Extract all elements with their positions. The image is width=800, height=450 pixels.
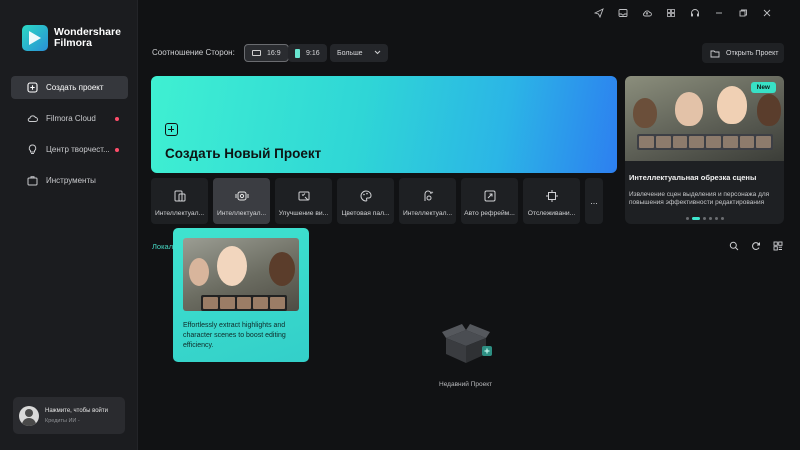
sidebar: Wondershare Filmora Создать проект Filmo… [0,0,138,450]
color-palette-icon [359,189,373,203]
tool-label: Интеллектуал... [154,210,205,217]
ai-credits: Кредиты ИИ - [45,417,80,424]
sidebar-item-label: Создать проект [46,83,104,92]
tool-ai-audio[interactable]: Интеллектуал... [399,178,456,224]
search-icon[interactable] [729,241,739,253]
refresh-icon[interactable] [751,241,761,253]
cloud-icon [27,113,38,124]
tool-auto-reframe[interactable]: Авто рефрейм... [461,178,518,224]
login-prompt: Нажмите, чтобы войти [45,407,108,414]
tool-tracking[interactable]: Отслеживани... [523,178,580,224]
chevron-down-icon [374,50,381,57]
local-actions [729,241,783,253]
promo-pager[interactable] [686,217,724,220]
sidebar-item-label: Инструменты [46,176,96,185]
sidebar-item-filmora-cloud[interactable]: Filmora Cloud [11,107,128,130]
tool-label: Авто рефрейм... [464,210,515,217]
avatar [19,405,39,426]
cloud-upload-icon[interactable] [642,8,652,18]
toolbox-icon [27,175,38,186]
title-bar-controls [594,8,772,18]
tool-video-enhance[interactable]: Улучшение ви... [275,178,332,224]
promo-description: Извлечение сцен выделения и персонажа дл… [629,191,770,206]
brand-line2: Filmora [54,37,92,49]
minimize-icon[interactable] [714,8,724,18]
local-projects-tab[interactable]: Локал [152,242,173,251]
tool-smart-cutout[interactable]: Интеллектуал... [151,178,208,224]
filmora-logo-icon [22,25,48,51]
sidebar-item-label: Центр творчест... [46,145,110,154]
creative-center-icon [27,144,38,155]
close-icon[interactable] [762,8,772,18]
portrait-icon [295,48,300,58]
feature-tooltip: Effortlessly extract highlights and char… [173,228,309,362]
tooltip-thumbnail-strip [201,295,287,311]
sidebar-nav: Создать проект Filmora Cloud Центр творч… [11,76,128,200]
app-logo: Wondershare Filmora [22,25,121,51]
tool-label: Цветовая пал... [341,210,390,217]
tool-label: Интеллектуал... [216,210,267,217]
notification-dot [115,148,119,152]
create-new-project-banner[interactable]: Создать Новый Проект [151,76,617,173]
notification-dot [115,117,119,121]
send-icon[interactable] [594,8,604,18]
tooltip-preview-image [183,238,299,311]
add-icon [165,123,178,136]
tooltip-text: Effortlessly extract highlights and char… [183,322,286,349]
grid-view-icon[interactable] [773,241,783,253]
more-tools-button[interactable]: ... [585,178,603,224]
new-badge: New [750,82,776,93]
recent-project-label: Недавний Проект [439,381,493,388]
promo-title: Интеллектуальная обрезка сцены [629,173,757,182]
create-project-icon [27,82,38,93]
inbox-icon[interactable] [618,8,628,18]
login-card[interactable]: Нажмите, чтобы войти Кредиты ИИ - [13,397,125,434]
aspect-16-9-button[interactable]: 16:9 [244,44,289,62]
tool-smart-scene-cut[interactable]: Интеллектуал... [213,178,270,224]
video-enhance-icon [297,189,311,203]
auto-reframe-icon [483,189,497,203]
more-icon: ... [590,196,598,206]
aspect-9-16-button[interactable]: 9:16 [288,44,327,62]
empty-box-icon [440,320,496,366]
create-new-project-title: Создать Новый Проект [165,146,322,161]
tracking-icon [545,189,559,203]
sidebar-item-tools[interactable]: Инструменты [11,169,128,192]
grid-apps-icon[interactable] [666,8,676,18]
promo-thumbnail-strip [637,134,773,150]
aspect-ratio-label: Соотношение Сторон: [152,48,235,57]
quick-tools-row: Интеллектуал... Интеллектуал... Улучшени… [151,178,603,224]
headset-icon[interactable] [690,8,700,18]
open-project-button[interactable]: Открыть Проект [702,43,784,63]
smart-scene-cut-icon [235,189,249,203]
aspect-more-dropdown[interactable]: Больше [330,44,388,62]
sidebar-item-create-project[interactable]: Создать проект [11,76,128,99]
folder-icon [710,49,720,58]
tool-label: Улучшение ви... [278,210,329,217]
tool-color-palette[interactable]: Цветовая пал... [337,178,394,224]
landscape-icon [252,50,261,56]
smart-cutout-icon [173,189,187,203]
tool-label: Интеллектуал... [402,210,453,217]
tool-label: Отслеживани... [527,210,576,217]
sidebar-item-creative-center[interactable]: Центр творчест... [11,138,128,161]
restore-icon[interactable] [738,8,748,18]
ai-audio-icon [421,189,435,203]
sidebar-item-label: Filmora Cloud [46,114,96,123]
